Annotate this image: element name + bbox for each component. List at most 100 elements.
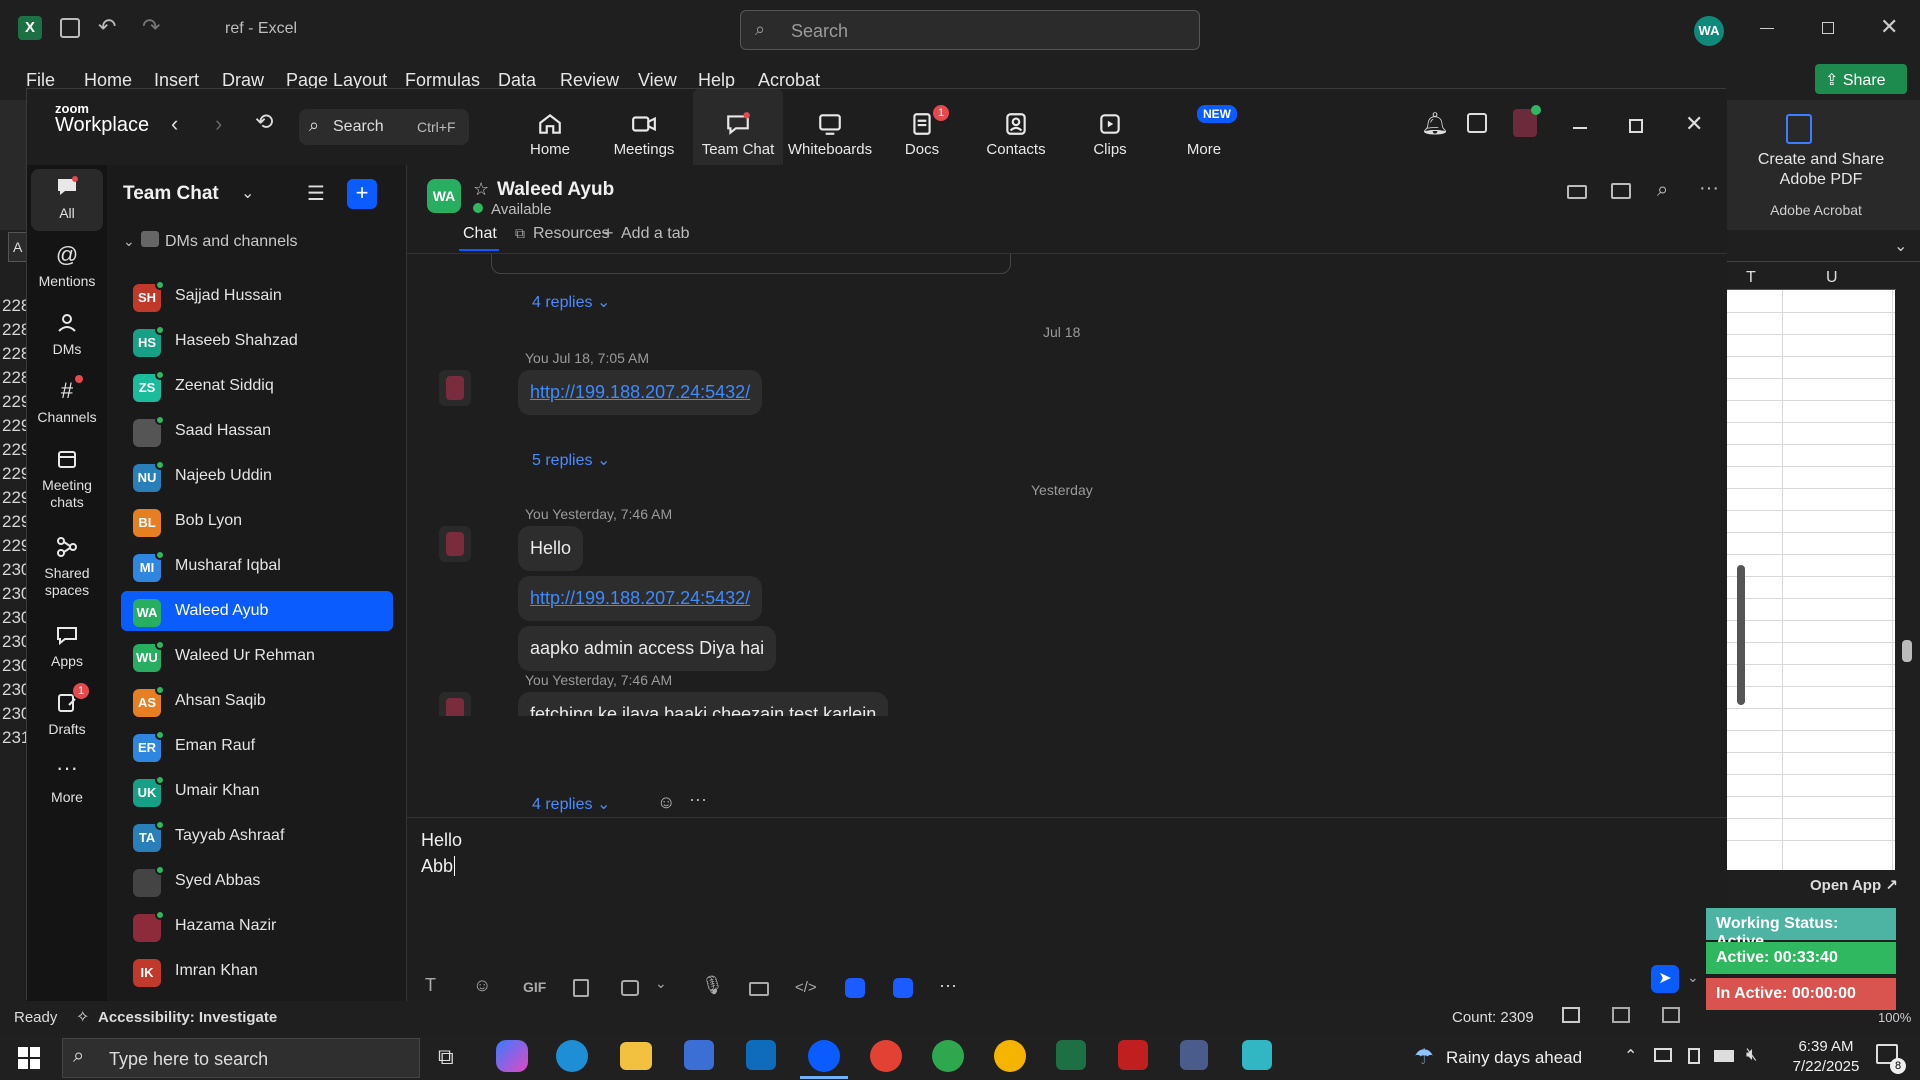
new-chat-button[interactable]: +	[347, 179, 377, 209]
video-call-icon[interactable]	[1567, 185, 1587, 199]
contact-item[interactable]: IK Imran Khan	[121, 951, 393, 991]
chrome-icon[interactable]	[932, 1040, 964, 1072]
tab-resources[interactable]: Resources	[533, 225, 609, 243]
restore-icon[interactable]	[1822, 22, 1834, 34]
tab-add[interactable]: Add a tab	[621, 225, 690, 243]
zoom-level[interactable]: 100%	[1878, 1010, 1911, 1025]
message-bubble[interactable]: http://199.188.207.24:5432/	[518, 576, 763, 621]
contact-item[interactable]: ER Eman Rauf	[121, 726, 393, 766]
rail-apps[interactable]: Apps	[31, 623, 103, 670]
message-list[interactable]: 4 replies ⌄ Jul 18 You Jul 18, 7:05 AM h…	[407, 254, 1727, 716]
video-message-icon[interactable]	[749, 982, 769, 996]
clock-date[interactable]: 7/22/2025	[1784, 1058, 1868, 1075]
contact-item[interactable]: NU Najeeb Uddin	[121, 456, 393, 496]
rail-all[interactable]: All	[31, 175, 103, 222]
undo-icon[interactable]: ↶	[98, 14, 116, 40]
chevron-down-icon[interactable]: ⌄	[241, 183, 254, 203]
excel-search-box[interactable]: ⌕ Search	[740, 10, 1200, 50]
file-explorer-icon[interactable]	[620, 1042, 652, 1070]
text-format-icon[interactable]: T	[425, 975, 451, 1001]
zoom-search-box[interactable]: ⌕ Search Ctrl+F	[299, 109, 469, 145]
formula-bar[interactable]: ⌄	[1726, 232, 1920, 262]
ellipsis-icon[interactable]: ···	[689, 789, 707, 810]
microphone-icon[interactable]: 🎙︎	[701, 975, 727, 1001]
history-icon[interactable]: ⟲	[255, 109, 273, 135]
excel-taskbar-icon[interactable]	[1056, 1040, 1086, 1070]
chevron-down-icon[interactable]: ⌄	[655, 975, 681, 1001]
rail-dms[interactable]: DMs	[31, 311, 103, 358]
page-layout-view-icon[interactable]	[1612, 1007, 1630, 1023]
contact-item[interactable]: ZS Zeenat Siddiq	[121, 366, 393, 406]
message-bubble[interactable]: Hello	[518, 526, 584, 571]
contact-item[interactable]: MI Musharaf Iqbal	[121, 546, 393, 586]
scroll-thumb[interactable]	[1902, 640, 1912, 662]
nav-meetings[interactable]: Meetings	[599, 111, 689, 158]
tab-chat[interactable]: Chat	[463, 225, 497, 243]
file-icon[interactable]	[573, 979, 589, 997]
message-link[interactable]: http://199.188.207.24:5432/	[530, 588, 750, 608]
nav-more[interactable]: NEW More	[1159, 105, 1249, 158]
screen-share-icon[interactable]	[1611, 183, 1631, 199]
page-break-view-icon[interactable]	[1662, 1007, 1680, 1023]
close-icon[interactable]: ✕	[1685, 111, 1703, 137]
zoom-taskbar-icon[interactable]	[808, 1040, 840, 1072]
calculator-icon[interactable]	[1180, 1040, 1208, 1070]
user-avatar[interactable]: WA	[1694, 16, 1724, 46]
replies-link[interactable]: 4 replies ⌄	[532, 292, 610, 312]
contact-item[interactable]: SH Sajjad Hussain	[121, 276, 393, 316]
app-integration-icon[interactable]	[893, 978, 913, 998]
contact-item[interactable]: TA Tayyab Ashraaf	[121, 816, 393, 856]
rail-mentions[interactable]: @ Mentions	[31, 243, 103, 290]
message-input[interactable]: Hello Abb	[421, 827, 1711, 907]
clock-time[interactable]: 6:39 AM	[1784, 1038, 1868, 1055]
name-box[interactable]: A	[8, 232, 28, 262]
contact-item[interactable]: Hazama Nazir	[121, 906, 393, 946]
replies-link[interactable]: 4 replies ⌄	[532, 794, 610, 814]
section-label[interactable]: DMs and channels	[165, 233, 298, 251]
spreadsheet-grid[interactable]	[1725, 290, 1895, 870]
screenshot-icon[interactable]	[621, 980, 639, 996]
message-bubble[interactable]: aapko admin access Diya hai	[518, 626, 777, 671]
contact-item[interactable]: HS Haseeb Shahzad	[121, 321, 393, 361]
open-app-button[interactable]: Open App ↗	[1810, 876, 1898, 894]
chevron-down-icon[interactable]: ⌄	[1687, 969, 1699, 986]
weather-text[interactable]: Rainy days ahead	[1446, 1048, 1582, 1068]
minimize-icon[interactable]	[1573, 127, 1587, 129]
contact-item[interactable]: UK Umair Khan	[121, 771, 393, 811]
gif-icon[interactable]: GIF	[523, 979, 549, 1005]
rail-shared-spaces[interactable]: Shared spaces	[31, 535, 103, 599]
file-attachment-card[interactable]	[491, 254, 1011, 274]
contact-item[interactable]: BL Bob Lyon	[121, 501, 393, 541]
maximize-icon[interactable]	[1629, 119, 1643, 133]
save-icon[interactable]	[60, 18, 80, 38]
contact-item[interactable]: WU Waleed Ur Rehman	[121, 636, 393, 676]
emoji-icon[interactable]: ☺	[473, 975, 499, 1001]
chat-header-avatar[interactable]: WA	[427, 179, 461, 213]
message-list-scrollbar[interactable]	[1737, 565, 1745, 705]
volume-muted-icon[interactable]: 🔇︎	[1746, 1044, 1757, 1065]
app-icon[interactable]	[1242, 1040, 1272, 1070]
rail-meeting-chats[interactable]: Meeting chats	[31, 447, 103, 511]
chrome-icon[interactable]	[994, 1040, 1026, 1072]
copilot-icon[interactable]	[496, 1040, 528, 1072]
code-snippet-icon[interactable]: </>	[795, 979, 821, 1005]
forward-arrow-icon[interactable]: ›	[215, 111, 222, 137]
rail-channels[interactable]: # Channels	[31, 375, 103, 426]
create-share-pdf-button[interactable]: Create and Share Adobe PDF	[1726, 150, 1916, 190]
store-icon[interactable]	[684, 1040, 714, 1070]
contact-item[interactable]: Saad Hassan	[121, 411, 393, 451]
minimize-icon[interactable]	[1760, 28, 1774, 29]
message-link[interactable]: http://199.188.207.24:5432/	[530, 382, 750, 402]
ellipsis-icon[interactable]: ···	[1699, 177, 1719, 200]
ellipsis-icon[interactable]: ···	[939, 975, 965, 1001]
nav-home[interactable]: Home	[505, 111, 595, 158]
nav-clips[interactable]: Clips	[1065, 111, 1155, 158]
back-arrow-icon[interactable]: ‹	[171, 111, 178, 137]
outlook-icon[interactable]	[746, 1040, 776, 1070]
bell-icon[interactable]: 🔔︎	[1421, 111, 1449, 137]
chevron-down-icon[interactable]: ⌄	[1894, 236, 1907, 256]
chevron-up-icon[interactable]: ⌃	[1624, 1046, 1637, 1066]
share-button[interactable]: ⇪ Share ⌄	[1815, 64, 1907, 109]
nav-whiteboards[interactable]: Whiteboards	[785, 111, 875, 158]
task-view-icon[interactable]: ⧉	[438, 1044, 454, 1070]
